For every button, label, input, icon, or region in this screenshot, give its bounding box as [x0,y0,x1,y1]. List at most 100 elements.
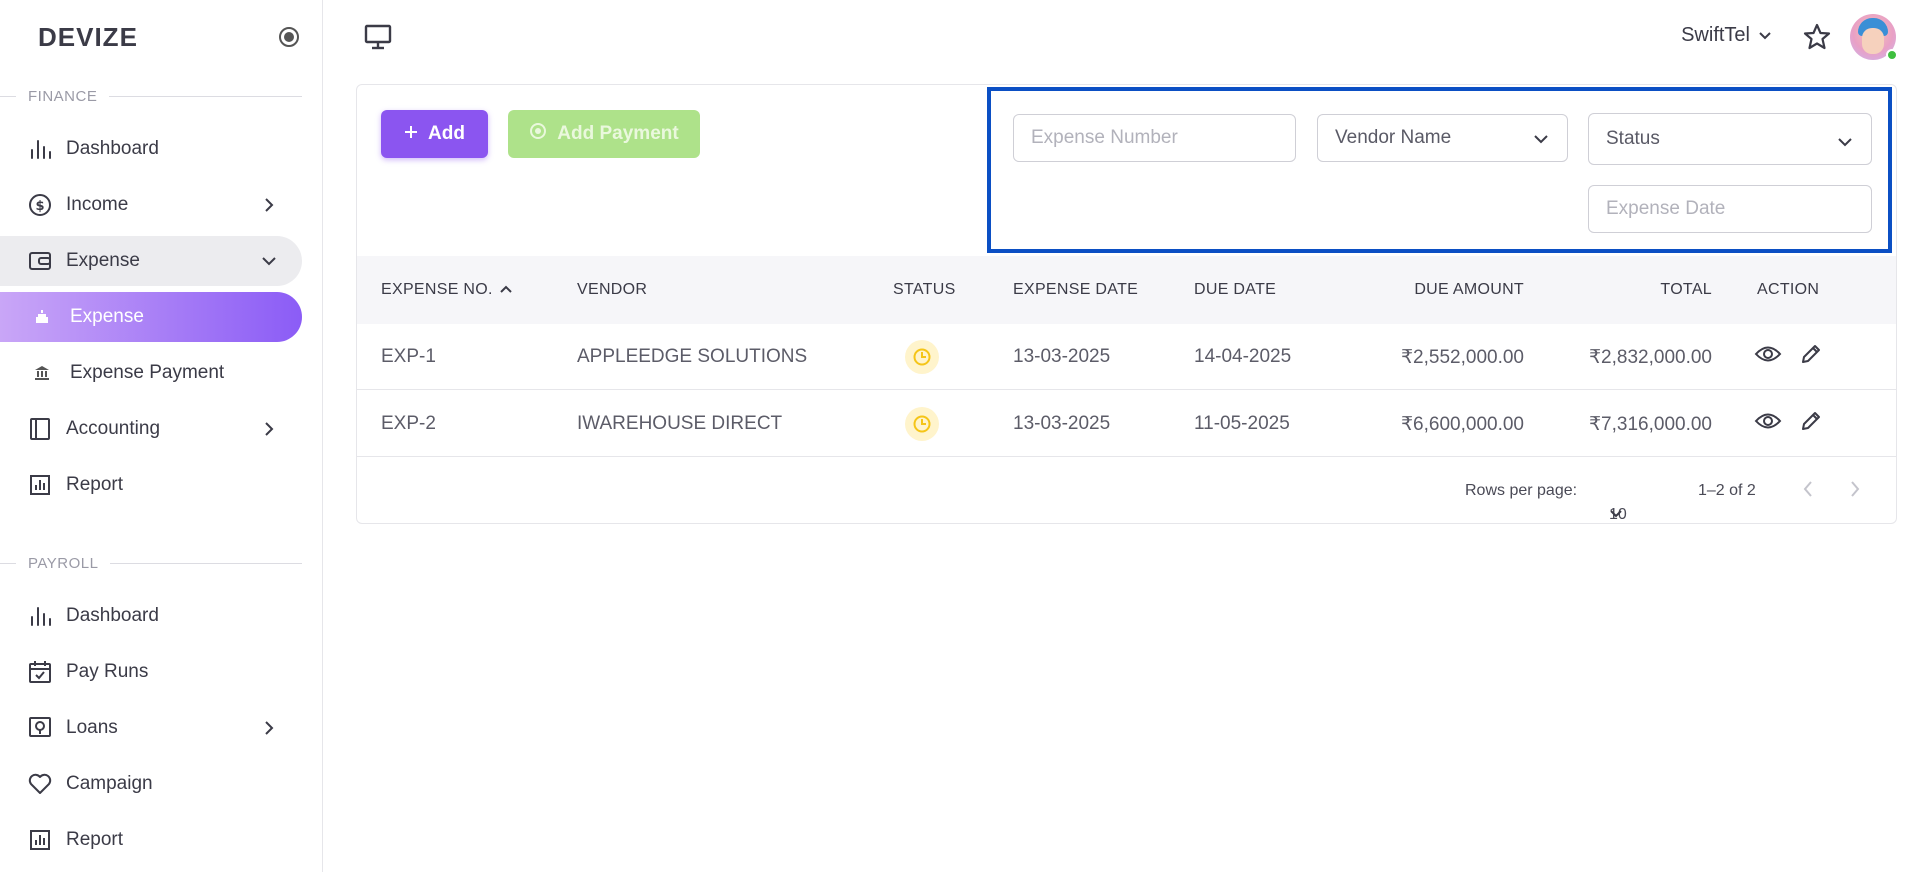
table-row[interactable]: EXP-1 APPLEEDGE SOLUTIONS 13-03-2025 14-… [357,324,1896,390]
due-date-cell: 11-05-2025 [1194,413,1290,434]
wallet-icon [28,249,52,273]
column-header-action: ACTION [1757,281,1820,298]
expense-number-cell: EXP-1 [381,346,436,367]
vendor-cell: APPLEEDGE SOLUTIONS [577,346,808,367]
chevron-right-icon [258,717,280,739]
pagination: Rows per page: 10 1–2 of 2 [357,458,1896,524]
chevron-down-icon [1609,506,1623,524]
star-icon[interactable] [1802,22,1832,57]
table-header: EXPENSE NO. VENDOR STATUS EXPENSE DATE D… [357,256,1896,324]
view-eye-icon[interactable] [1754,411,1782,437]
monitor-icon[interactable] [364,24,392,55]
column-header-due-amount[interactable]: DUE AMOUNT [1337,256,1524,324]
sidebar-item-accounting[interactable]: Accounting [0,404,302,454]
safe-icon [28,716,52,740]
sidebar-item-label: Expense [66,250,140,271]
edit-pencil-icon[interactable] [1800,343,1822,371]
column-header-due-date[interactable]: DUE DATE [1194,256,1276,324]
sidebar-item-campaign[interactable]: Campaign [0,759,302,809]
brand-logo: DEVIZE [38,22,138,52]
sidebar-subitem-expense[interactable]: Expense [0,292,302,342]
chevron-down-icon [1533,129,1549,151]
topbar: SwiftTel [324,0,1910,74]
column-header-total[interactable]: TOTAL [1557,256,1712,324]
column-header-expense-date[interactable]: EXPENSE DATE [1013,256,1138,324]
dollar-circle-icon: $ [28,193,52,217]
report-chart-icon [28,473,52,497]
sidebar-item-label: Dashboard [66,605,159,626]
chevron-right-icon [258,194,280,216]
company-name: SwiftTel [1681,24,1750,46]
view-eye-icon[interactable] [1754,344,1782,370]
sidebar-item-label: Income [66,194,129,215]
expense-number-cell: EXP-2 [381,413,436,434]
pending-clock-icon [905,407,939,441]
sidebar-item-pay-runs[interactable]: Pay Runs [0,647,302,697]
sidebar-item-label: Report [66,474,124,495]
sidebar-item-label: Expense [70,306,144,327]
total-cell: ₹2,832,000.00 [1588,346,1712,368]
chevron-down-icon [1758,24,1772,47]
expense-list-card: Add Add Payment Expense Number Vendor Na… [356,84,1897,524]
bank-icon [30,361,54,385]
chevron-right-icon[interactable] [1849,480,1861,503]
sidebar-item-label: Loans [66,717,118,738]
sidebar-toggle-icon[interactable] [279,27,299,47]
sort-ascending-icon [499,281,513,299]
company-selector[interactable]: SwiftTel [1681,24,1772,47]
expense-date-cell: 13-03-2025 [1013,346,1111,367]
rows-per-page-label: Rows per page: [1465,482,1578,499]
sidebar-item-income[interactable]: $ Income [0,180,302,230]
total-cell: ₹7,316,000.00 [1588,413,1712,435]
edit-pencil-icon[interactable] [1800,410,1822,438]
chevron-left-icon[interactable] [1802,480,1814,503]
section-label-payroll: PAYROLL [0,555,302,572]
pagination-range: 1–2 of 2 [1698,482,1756,499]
status-select[interactable]: Status [1588,113,1872,165]
column-header-status[interactable]: STATUS [893,256,956,324]
sidebar-item-label: Expense Payment [70,362,225,383]
sidebar-item-label: Pay Runs [66,661,149,682]
column-header-expense-no[interactable]: EXPENSE NO. [381,256,513,324]
add-payment-button-label: Add Payment [557,123,679,144]
sidebar-item-loans[interactable]: Loans [0,703,302,753]
action-cell [1754,324,1822,390]
online-status-dot [1886,49,1898,61]
svg-text:$: $ [35,199,44,214]
due-amount-cell: ₹2,552,000.00 [1400,346,1524,368]
add-payment-button[interactable]: Add Payment [508,110,700,158]
due-date-cell: 14-04-2025 [1194,346,1292,367]
add-button-label: Add [428,123,465,144]
chevron-down-icon [1837,132,1853,154]
sidebar-item-report[interactable]: Report [0,460,302,510]
action-cell [1754,391,1822,457]
sidebar-item-expense[interactable]: Expense [0,236,302,286]
sidebar-item-label: Campaign [66,773,153,794]
sidebar-item-payroll-dashboard[interactable]: Dashboard [0,591,302,641]
chevron-right-icon [258,418,280,440]
expense-date-field[interactable]: Expense Date [1588,185,1872,233]
bar-chart-icon [28,604,52,628]
cake-icon [30,305,54,329]
bar-chart-icon [28,137,52,161]
status-cell [905,391,939,457]
column-header-vendor[interactable]: VENDOR [577,256,647,324]
filters-panel: Expense Number Vendor Name Status Expens… [987,87,1892,253]
sidebar-item-label: Accounting [66,418,161,439]
table-row[interactable]: EXP-2 IWAREHOUSE DIRECT 13-03-2025 11-05… [357,391,1896,457]
sidebar-subitem-expense-payment[interactable]: Expense Payment [0,348,302,398]
vendor-name-select[interactable]: Vendor Name [1317,114,1568,162]
expense-number-field[interactable]: Expense Number [1013,114,1296,162]
sidebar-item-label: Dashboard [66,138,159,159]
sidebar-item-payroll-report[interactable]: Report [0,815,302,865]
status-cell [905,324,939,390]
sidebar-item-dashboard[interactable]: Dashboard [0,124,302,174]
heart-icon [28,772,52,796]
pending-clock-icon [905,340,939,374]
chevron-down-icon [258,250,280,272]
add-button[interactable]: Add [381,110,488,158]
report-chart-icon [28,828,52,852]
due-amount-cell: ₹6,600,000.00 [1400,413,1524,435]
coin-icon [529,122,547,146]
plus-icon [404,123,418,145]
